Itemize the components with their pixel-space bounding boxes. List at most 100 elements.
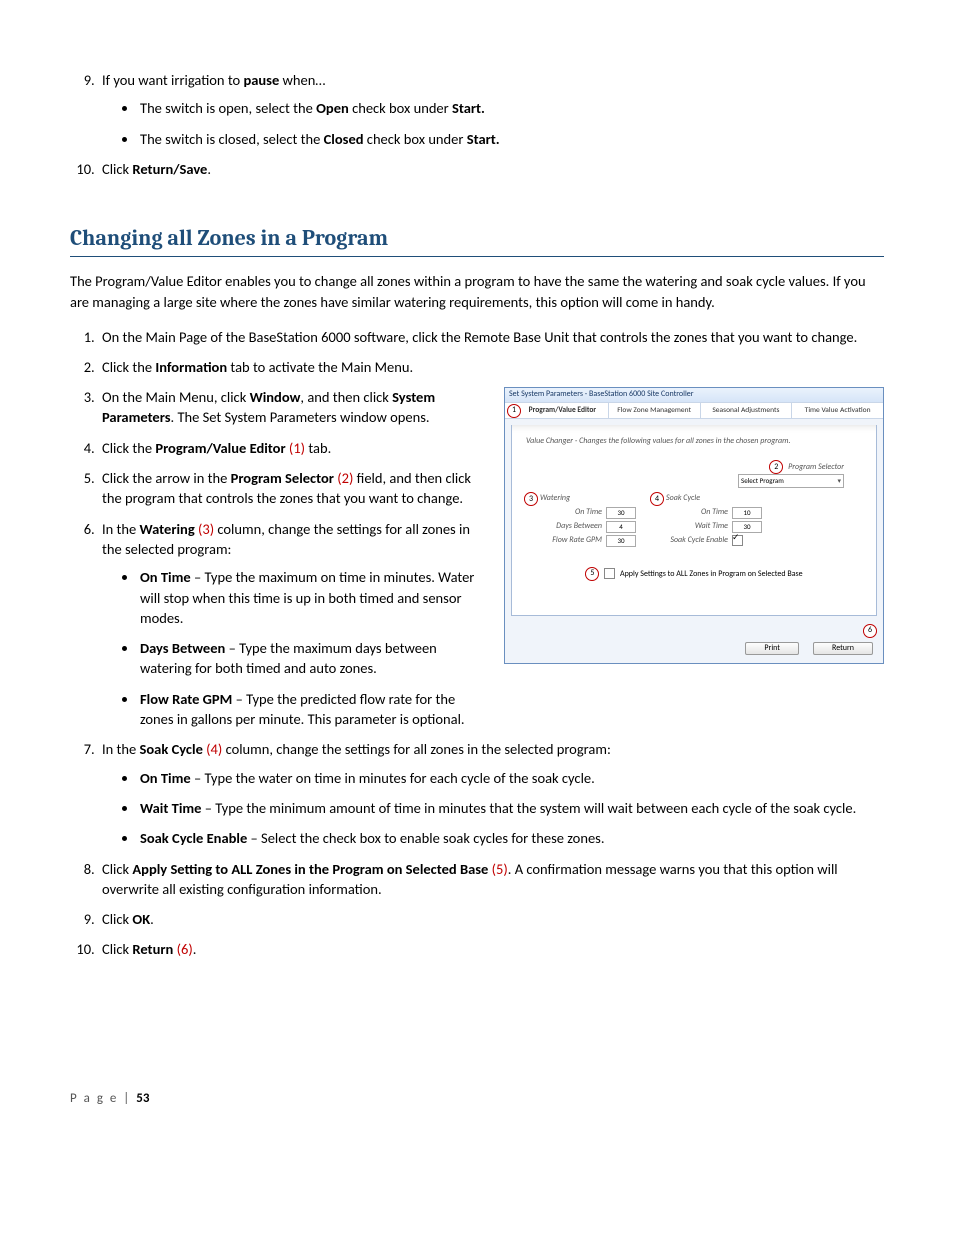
soak-title: Soak Cycle — [666, 494, 762, 504]
text: The switch is open, select the — [140, 99, 316, 117]
text: On the Main Menu, click — [102, 388, 250, 406]
bold: Return — [132, 940, 173, 958]
bold: pause — [243, 71, 279, 89]
text: Click — [102, 940, 132, 958]
text: Click the arrow in the — [102, 469, 231, 487]
bold: Closed — [324, 130, 364, 148]
sub-item: On Time – Type the water on time in minu… — [138, 768, 884, 788]
program-selector-dropdown[interactable]: Select Program ▾ — [738, 474, 844, 488]
callout: (6) — [173, 940, 192, 958]
apply-checkbox[interactable] — [604, 568, 615, 579]
step-6-sublist: On Time – Type the maximum on time in mi… — [102, 567, 486, 729]
watering-group: 3 Watering On Time30 Days Between4 Flow … — [540, 494, 636, 549]
bold: Soak Cycle — [140, 740, 203, 758]
print-button[interactable]: Print — [745, 642, 799, 656]
step-4: Click the Program/Value Editor (1) tab. — [98, 438, 486, 458]
callout-1: 1 — [507, 404, 521, 418]
bold: Watering — [140, 520, 195, 538]
flow-rate-input[interactable]: 30 — [606, 535, 636, 547]
bold: Open — [316, 99, 349, 117]
soak-cycle-group: 4 Soak Cycle On Time10 Wait Time30 Soak … — [666, 494, 762, 549]
sub-item: Days Between – Type the maximum days bet… — [138, 638, 486, 679]
bold: On Time — [140, 769, 191, 787]
bold: Program/Value Editor — [155, 439, 285, 457]
text: – Type the minimum amount of time in min… — [201, 799, 856, 817]
bold: Program Selector — [231, 469, 334, 487]
callout-2: 2 — [769, 460, 783, 474]
steps-list-after: In the Soak Cycle (4) column, change the… — [70, 739, 884, 959]
steps-list-main: On the Main Page of the BaseStation 6000… — [70, 327, 884, 378]
steps-list-col: On the Main Menu, click Window, and then… — [70, 387, 486, 729]
soak-enable-checkbox[interactable] — [732, 535, 743, 546]
soak-on-time-input[interactable]: 10 — [732, 507, 762, 519]
text: If you want irrigation to — [102, 71, 243, 89]
text: . — [193, 940, 197, 958]
text: check box under — [364, 130, 467, 148]
text: In the — [102, 740, 140, 758]
bold: On Time — [140, 568, 191, 586]
text: tab to activate the Main Menu. — [227, 358, 413, 376]
text: . — [207, 160, 211, 178]
steps-list-continued: If you want irrigation to pause when… Th… — [70, 70, 884, 179]
sub-item: The switch is closed, select the Closed … — [138, 129, 884, 149]
bold: Start. — [452, 99, 485, 117]
callout: (5) — [488, 860, 507, 878]
footer-page-word: P a g e — [70, 1091, 118, 1106]
sub-item: On Time – Type the maximum on time in mi… — [138, 567, 486, 628]
step-10b: Click Return (6). — [98, 939, 884, 959]
days-between-label: Days Between — [540, 522, 606, 532]
program-selector-label: Program Selector — [788, 462, 844, 472]
text: . — [150, 910, 154, 928]
text: , and then click — [300, 388, 392, 406]
dropdown-value: Select Program — [741, 477, 784, 485]
tab-seasonal-adjustments[interactable]: Seasonal Adjustments — [701, 403, 793, 418]
intro-paragraph: The Program/Value Editor enables you to … — [70, 271, 884, 312]
dialog-window: Set System Parameters - BaseStation 6000… — [504, 387, 884, 664]
step-2: Click the Information tab to activate th… — [98, 357, 884, 377]
page-footer: P a g e | 53 — [70, 1090, 884, 1108]
soak-on-time-label: On Time — [666, 508, 732, 518]
sub-item: Wait Time – Type the minimum amount of t… — [138, 798, 884, 818]
tab-time-value-activation[interactable]: Time Value Activation — [792, 403, 883, 418]
callout: (3) — [195, 520, 214, 538]
step-7: In the Soak Cycle (4) column, change the… — [98, 739, 884, 848]
step-5: Click the arrow in the Program Selector … — [98, 468, 486, 509]
step-8: Click Apply Setting to ALL Zones in the … — [98, 859, 884, 900]
callout: (4) — [203, 740, 222, 758]
text: Click — [102, 910, 132, 928]
text: Click the — [102, 358, 155, 376]
step-3: On the Main Menu, click Window, and then… — [98, 387, 486, 428]
bold: Return/Save — [132, 160, 207, 178]
on-time-input[interactable]: 30 — [606, 507, 636, 519]
step-7-sublist: On Time – Type the water on time in minu… — [102, 768, 884, 849]
text: Click — [102, 860, 132, 878]
sub-item: Flow Rate GPM – Type the predicted flow … — [138, 689, 486, 730]
step-9-sublist: The switch is open, select the Open chec… — [102, 98, 884, 149]
step-9b: Click OK. — [98, 909, 884, 929]
text: Click — [102, 160, 132, 178]
footer-page-number: 53 — [136, 1091, 149, 1106]
days-between-input[interactable]: 4 — [606, 521, 636, 533]
tab-flow-zone-management[interactable]: Flow Zone Management — [609, 403, 701, 418]
footer-sep: | — [118, 1091, 136, 1106]
callout-5: 5 — [585, 567, 599, 581]
dialog-buttons: 6 Print Return — [505, 622, 883, 664]
step-6: In the Watering (3) column, change the s… — [98, 519, 486, 730]
text: – Select the check box to enable soak cy… — [247, 829, 604, 847]
bold: Start. — [467, 130, 500, 148]
soak-enable-label: Soak Cycle Enable — [666, 536, 732, 546]
sub-item: The switch is open, select the Open chec… — [138, 98, 884, 118]
text: In the — [102, 520, 140, 538]
text: . The Set System Parameters window opens… — [171, 408, 430, 426]
section-heading: Changing all Zones in a Program — [70, 223, 884, 257]
step-10: Click Return/Save. — [98, 159, 884, 179]
text: The switch is closed, select the — [140, 130, 324, 148]
on-time-label: On Time — [540, 508, 606, 518]
return-button[interactable]: Return — [813, 642, 873, 656]
text: Click the — [102, 439, 155, 457]
text: check box under — [349, 99, 452, 117]
wait-time-label: Wait Time — [666, 522, 732, 532]
text: column, change the settings for all zone… — [222, 740, 611, 758]
chevron-down-icon: ▾ — [837, 477, 841, 485]
bold: OK — [132, 910, 150, 928]
